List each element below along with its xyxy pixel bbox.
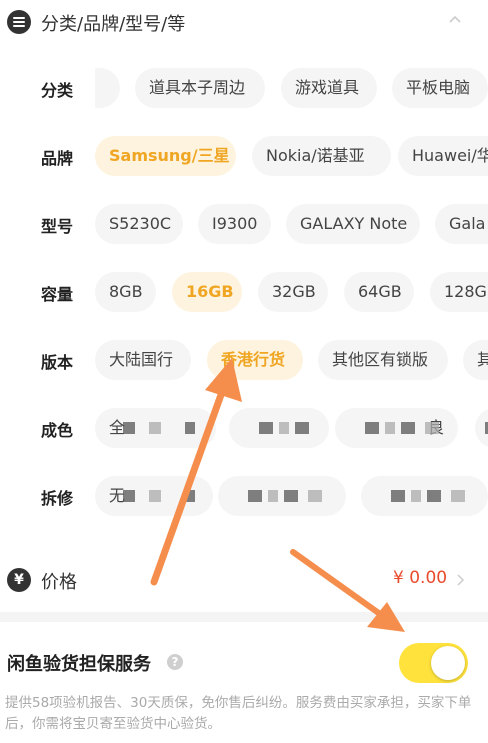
filter-chip-selected[interactable]: Samsung/三星 <box>95 136 236 176</box>
price-label: 价格 <box>41 572 77 593</box>
filter-row: 容量 8GB 16GB 32GB 64GB 128G <box>0 270 488 314</box>
chevron-right-icon[interactable] <box>455 574 465 586</box>
filter-chip[interactable]: 8GB <box>95 272 156 312</box>
filter-chip[interactable]: 128G <box>430 272 488 312</box>
filter-chip[interactable]: Huawei/华 <box>398 136 488 176</box>
filter-chip-list[interactable]: 无 <box>95 474 488 518</box>
filter-row-label: 成色 <box>41 421 74 440</box>
filter-row-label: 容量 <box>41 285 74 304</box>
service-description: 提供58项验机报告、30天质保，免你售后纠纷。服务费由买家承担，买家下单后，你需… <box>5 695 472 732</box>
filter-chip[interactable] <box>229 408 329 448</box>
filter-chip[interactable]: 边 <box>95 68 120 108</box>
filter-chip[interactable] <box>218 476 346 516</box>
arrow-up-icon <box>150 358 242 586</box>
filter-header[interactable]: 分类/品牌/型号/等 <box>0 0 488 44</box>
yen-icon: ¥ <box>7 568 31 592</box>
filter-chip-selected[interactable]: 16GB <box>172 272 242 312</box>
filter-chip-list[interactable]: 边道具本子周边游戏道具平板电脑 <box>95 66 488 110</box>
filter-row-label: 型号 <box>41 217 74 236</box>
filter-chip[interactable]: Gala <box>435 204 488 244</box>
section-divider <box>0 612 488 622</box>
filter-row-label: 版本 <box>41 353 74 372</box>
filter-row: 品牌 Samsung/三星 Nokia/诺基亚 Huawei/华 <box>0 134 488 178</box>
filter-chip[interactable]: S5230C <box>95 204 183 244</box>
chevron-up-icon[interactable] <box>448 12 462 26</box>
filter-chip[interactable]: I9300 <box>198 204 271 244</box>
filter-row: 版本 大陆国行 香港行货 其他区有锁版其 <box>0 338 488 382</box>
filter-row-label: 品牌 <box>41 149 74 168</box>
filter-row: 分类 边道具本子周边游戏道具平板电脑 <box>0 66 488 110</box>
filter-chip[interactable]: 良 <box>335 408 458 448</box>
filter-chip-list[interactable]: 大陆国行 香港行货 其他区有锁版其 <box>95 338 488 382</box>
filter-chip-selected[interactable]: 香港行货 <box>207 340 303 380</box>
filter-chip[interactable]: 64GB <box>344 272 414 312</box>
filter-chip[interactable]: GALAXY Note <box>286 204 420 244</box>
filter-row-label: 拆修 <box>41 489 74 508</box>
filter-title: 分类/品牌/型号/等 <box>41 14 186 35</box>
filter-row-label: 分类 <box>41 81 74 100</box>
filter-chip[interactable]: 游戏道具 <box>281 68 377 108</box>
filter-chip[interactable]: 其他区有锁版 <box>318 340 448 380</box>
filter-chip[interactable]: 无 <box>95 476 213 516</box>
filter-chip[interactable] <box>475 408 488 448</box>
filter-chip-list[interactable]: S5230C I9300 GALAXY Note Gala <box>95 202 488 246</box>
help-icon[interactable]: ? <box>167 654 183 670</box>
price-value: ¥ 0.00 <box>393 568 448 588</box>
filter-chip[interactable] <box>361 476 488 516</box>
filter-chip[interactable]: 全 <box>95 408 216 448</box>
filter-row: 成色全良 <box>0 406 488 450</box>
filter-chip[interactable]: 大陆国行 <box>95 340 191 380</box>
toggle-knob <box>431 646 465 680</box>
price-row[interactable]: ¥ 价格 ¥ 0.00 <box>0 556 488 604</box>
filter-chip[interactable]: 道具本子周边 <box>135 68 265 108</box>
filter-chip[interactable]: 平板电脑 <box>392 68 488 108</box>
filter-chip-list[interactable]: 全良 <box>95 406 488 450</box>
list-icon <box>7 10 31 34</box>
filter-chip-list[interactable]: 8GB 16GB 32GB 64GB 128G <box>95 270 488 314</box>
filter-chip-list[interactable]: Samsung/三星 Nokia/诺基亚 Huawei/华 <box>95 134 488 178</box>
filter-chip[interactable]: 32GB <box>258 272 328 312</box>
service-title: 闲鱼验货担保服务 <box>7 654 151 675</box>
filter-chip[interactable]: 其 <box>463 340 488 380</box>
filter-row: 型号 S5230C I9300 GALAXY Note Gala <box>0 202 488 246</box>
filter-chip[interactable]: Nokia/诺基亚 <box>252 136 391 176</box>
filter-row: 拆修 无 <box>0 474 488 518</box>
service-toggle[interactable] <box>399 643 468 683</box>
